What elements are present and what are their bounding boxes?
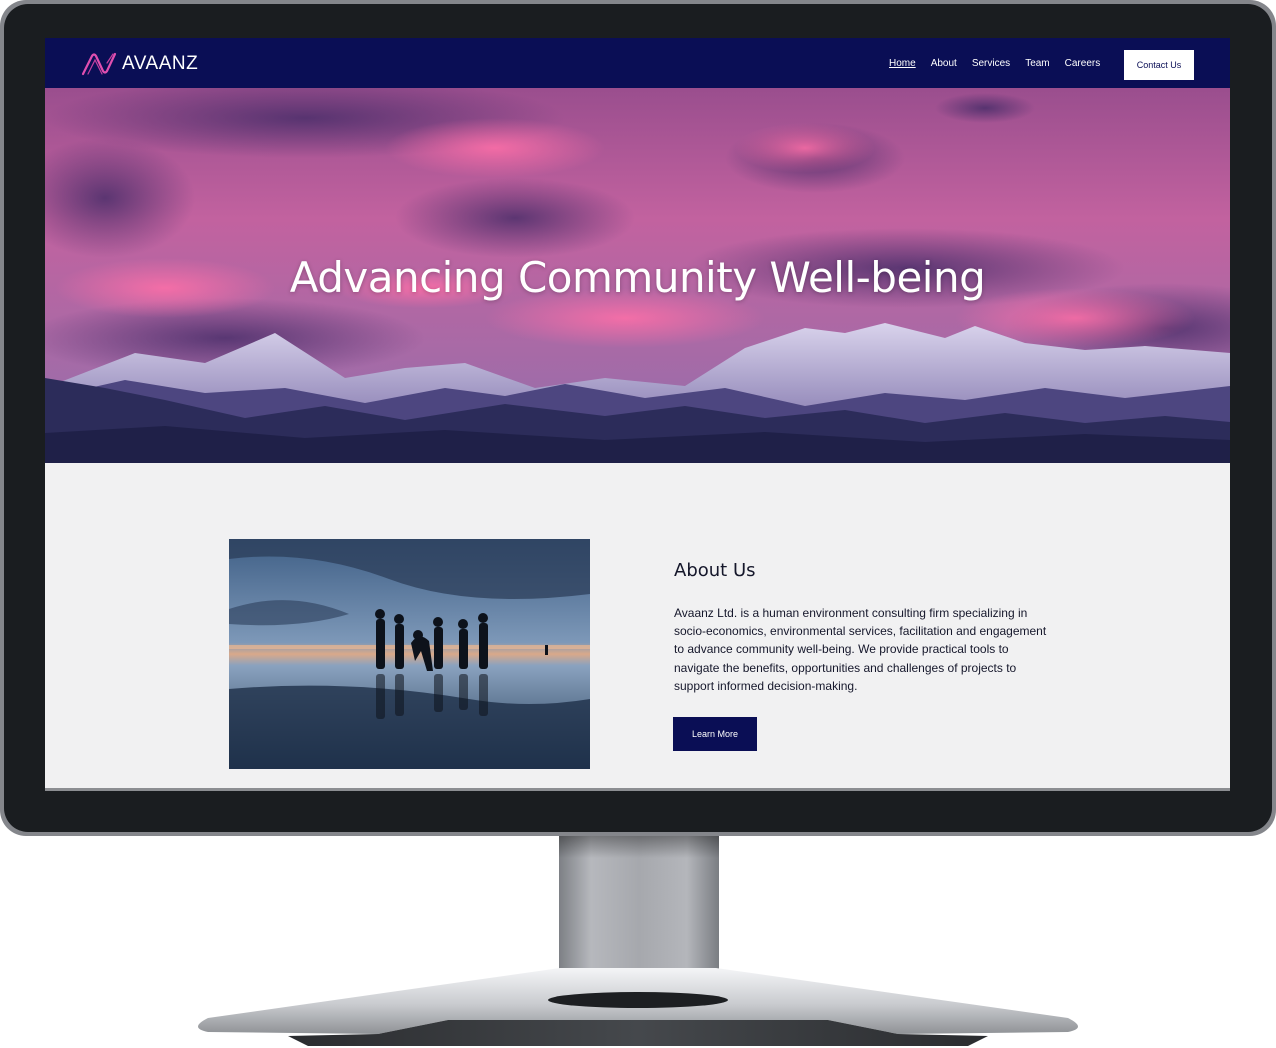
nav-link-team[interactable]: Team [1025, 58, 1049, 69]
screen-bottom-edge [45, 788, 1230, 791]
logo-text: AVAANZ [122, 53, 199, 74]
learn-more-button[interactable]: Learn More [673, 717, 757, 751]
monitor-stand-base [198, 968, 1078, 1046]
hero-title: Advancing Community Well-being [289, 253, 986, 302]
main-nav: Home About Services Team Careers [889, 38, 1115, 88]
about-section: About Us Avaanz Ltd. is a human environm… [45, 463, 1230, 788]
contact-us-button[interactable]: Contact Us [1124, 50, 1194, 80]
about-photo [229, 539, 590, 769]
about-title: About Us [674, 560, 756, 581]
nav-link-home[interactable]: Home [889, 58, 916, 69]
logo[interactable]: AVAANZ [80, 51, 198, 77]
hero-banner: Advancing Community Well-being [45, 88, 1230, 463]
about-description: Avaanz Ltd. is a human environment consu… [674, 606, 1047, 693]
browser-screen: AVAANZ Home About Services Team Careers … [45, 38, 1230, 788]
team-silhouette-image [229, 539, 590, 769]
site-header: AVAANZ Home About Services Team Careers … [45, 38, 1230, 88]
nav-link-careers[interactable]: Careers [1065, 58, 1101, 69]
monitor-stand-shadow [559, 836, 719, 858]
nav-link-about[interactable]: About [931, 58, 957, 69]
nav-link-services[interactable]: Services [972, 58, 1010, 69]
avaanz-logo-icon [81, 52, 117, 76]
